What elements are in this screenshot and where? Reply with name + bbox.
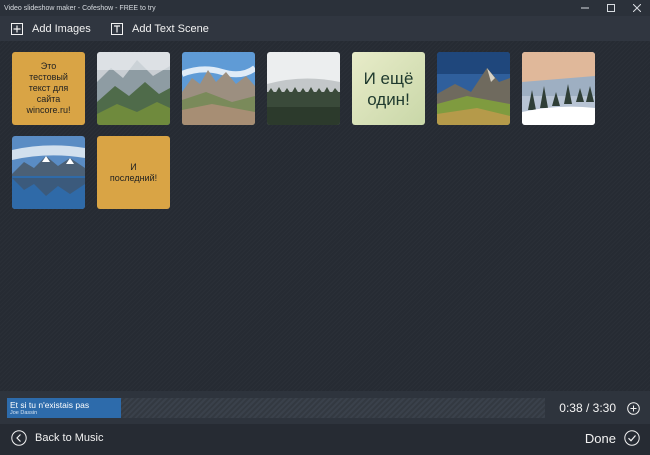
back-to-music-label: Back to Music <box>35 432 104 444</box>
rocky-peaks-image <box>182 52 255 125</box>
check-circle-icon <box>624 430 640 446</box>
text-scene-tile[interactable]: Это тестовый текст для сайта wincore.ru! <box>12 52 85 125</box>
back-to-music-button[interactable]: Back to Music <box>11 430 103 446</box>
text-scene-tile[interactable]: И ещё один! <box>352 52 425 125</box>
minimize-icon <box>581 7 589 9</box>
snowy-pines-image <box>522 52 595 125</box>
time-readout: 0:38 / 3:30 <box>559 401 616 415</box>
minimize-button[interactable] <box>572 0 598 16</box>
done-button[interactable]: Done <box>585 430 640 446</box>
text-scene-text: Это тестовый текст для сайта wincore.ru! <box>26 61 71 115</box>
music-title: Et si tu n'existais pas <box>10 400 90 410</box>
text-scene-tile[interactable]: И последний! <box>97 136 170 209</box>
image-scene-tile[interactable] <box>522 52 595 125</box>
music-artist: Joe Dassin <box>10 410 38 416</box>
text-t-icon <box>111 22 123 35</box>
image-scene-tile[interactable] <box>182 52 255 125</box>
plus-square-icon <box>11 22 23 35</box>
mountain-lake-image <box>12 136 85 209</box>
plus-circle-icon[interactable] <box>627 402 640 415</box>
add-images-button[interactable]: Add Images <box>11 16 91 41</box>
done-label: Done <box>584 430 616 446</box>
toolbar: Add Images Add Text Scene <box>0 16 650 41</box>
maximize-button[interactable] <box>598 0 624 16</box>
add-images-label: Add Images <box>32 22 91 35</box>
foggy-forest-image <box>267 52 340 125</box>
close-icon <box>633 4 641 12</box>
image-scene-tile[interactable] <box>437 52 510 125</box>
mountain-meadow-image <box>437 52 510 125</box>
window-title: Video slideshow maker - Cofeshow - FREE … <box>4 4 156 12</box>
title-bar: Video slideshow maker - Cofeshow - FREE … <box>0 0 650 16</box>
image-scene-tile[interactable] <box>12 136 85 209</box>
mountain-valley-image <box>97 52 170 125</box>
text-scene-text: И ещё один! <box>363 68 414 109</box>
chevron-left-circle-icon <box>11 430 27 446</box>
image-scene-tile[interactable] <box>97 52 170 125</box>
maximize-icon <box>607 4 615 12</box>
close-button[interactable] <box>624 0 650 16</box>
music-clip[interactable]: Et si tu n'existais pas Joe Dassin <box>7 398 121 418</box>
image-scene-tile[interactable] <box>267 52 340 125</box>
add-text-scene-button[interactable]: Add Text Scene <box>111 16 209 41</box>
text-scene-text: И последний! <box>109 161 158 183</box>
add-text-scene-label: Add Text Scene <box>132 22 209 35</box>
